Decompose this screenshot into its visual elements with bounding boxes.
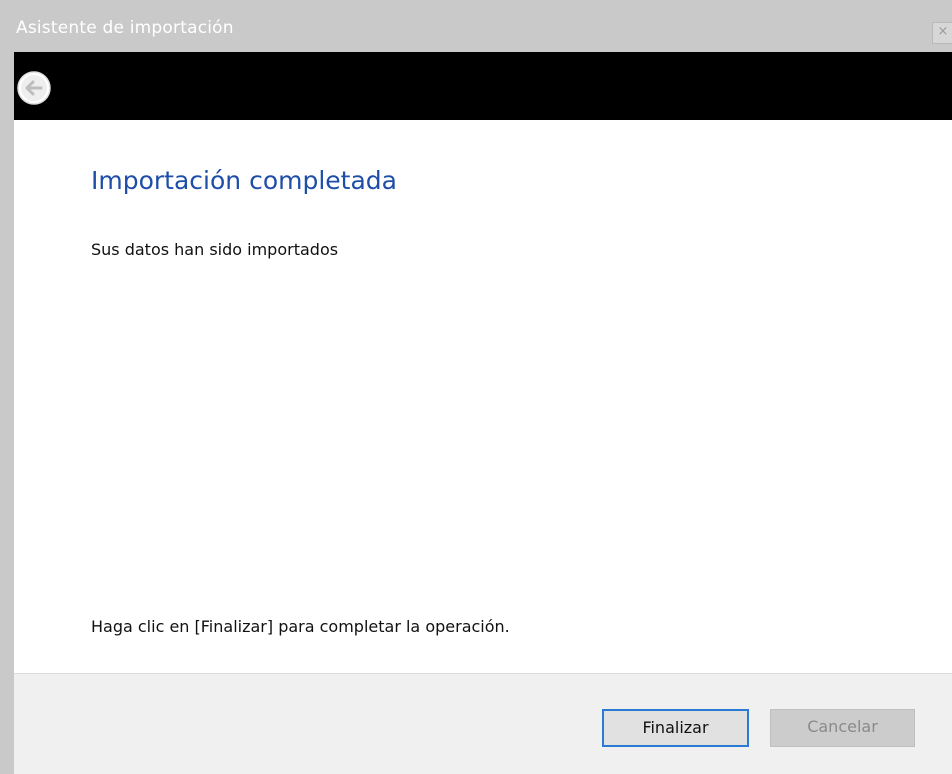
back-button[interactable] [16, 70, 52, 106]
instruction-text: Haga clic en [Finalizar] para completar … [91, 617, 510, 636]
wizard-client-area: Importación completada Sus datos han sid… [14, 52, 952, 774]
cancel-button[interactable]: Cancelar [770, 709, 915, 747]
close-button[interactable]: × [932, 22, 952, 44]
title-bar: Asistente de importación × [0, 0, 952, 52]
import-wizard-window: Asistente de importación × Importación c… [0, 0, 952, 774]
wizard-header-bar [14, 52, 952, 120]
status-description: Sus datos han sido importados [91, 240, 339, 259]
wizard-footer: Finalizar Cancelar [14, 673, 952, 774]
back-arrow-icon [17, 71, 51, 105]
page-title: Importación completada [91, 166, 397, 195]
finish-button[interactable]: Finalizar [602, 709, 749, 747]
wizard-content: Importación completada Sus datos han sid… [14, 120, 952, 673]
window-title: Asistente de importación [16, 18, 234, 38]
